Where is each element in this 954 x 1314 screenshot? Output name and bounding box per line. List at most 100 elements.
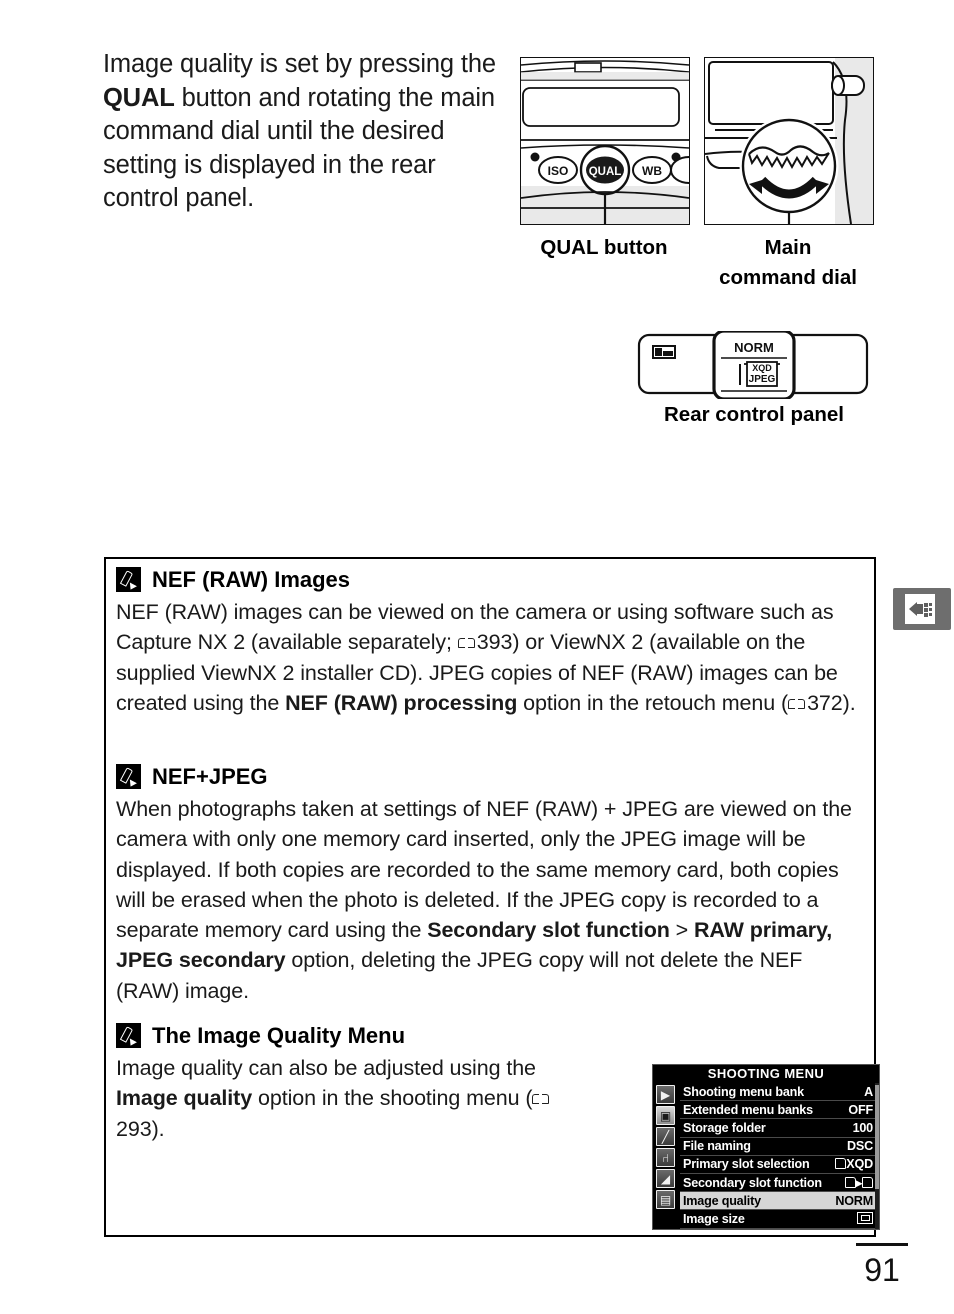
notes-box: NEF (RAW) Images NEF (RAW) images can be… <box>104 557 880 1237</box>
rear-panel-card-label: XQD <box>752 363 772 373</box>
menu-row-label: Shooting menu bank <box>683 1084 804 1099</box>
note-1-title: NEF (RAW) Images <box>152 567 351 592</box>
note-3-text-2: option in the shooting menu ( <box>252 1086 533 1111</box>
note-nef-raw-images: NEF (RAW) Images NEF (RAW) images can be… <box>116 565 868 718</box>
custom-settings-menu-icon[interactable]: ╱ <box>656 1127 675 1146</box>
qual-button-glyph: QUAL <box>579 144 631 196</box>
note-2-heading: NEF+JPEG <box>116 762 868 792</box>
menu-row[interactable]: Image size <box>680 1210 875 1229</box>
main-command-dial-svg <box>705 58 873 224</box>
note-2-body: When photographs taken at settings of NE… <box>116 794 868 1006</box>
pencil-note-icon <box>116 1023 141 1048</box>
note-nef-plus-jpeg: NEF+JPEG When photographs taken at setti… <box>116 762 868 1006</box>
menu-row-value: OFF <box>848 1102 873 1117</box>
playback-menu-icon-glyph: ▶ <box>660 1087 671 1102</box>
playback-menu-icon[interactable]: ▶ <box>656 1085 675 1104</box>
shooting-menu-scrollbar[interactable] <box>875 1083 879 1229</box>
memory-card-icon <box>844 1177 856 1189</box>
menu-row[interactable]: Storage folder 100 <box>680 1119 875 1138</box>
note-1-text-3: option in the retouch menu ( <box>517 690 789 715</box>
recent-settings-menu-icon[interactable]: ▤ <box>656 1190 675 1209</box>
note-1-body: NEF (RAW) images can be viewed on the ca… <box>116 597 868 718</box>
book-icon <box>788 698 806 710</box>
menu-row-value: NORM <box>835 1193 873 1208</box>
menu-row-label: Image quality <box>683 1193 761 1208</box>
qual-button-caption: QUAL button <box>540 236 668 259</box>
menu-row-label: File naming <box>683 1139 751 1154</box>
menu-row-label: Secondary slot function <box>683 1175 822 1190</box>
qual-button-illustration: ISO QUAL WB <box>520 57 690 225</box>
menu-row[interactable]: Primary slot selection XQD <box>680 1156 875 1174</box>
menu-row[interactable]: Extended menu banks OFF <box>680 1101 875 1120</box>
shooting-menu-icon-glyph: ▣ <box>659 1108 672 1123</box>
shooting-menu-screenshot: SHOOTING MENU ▶ ▣ ╱ ⑁ ◢ ▤ Shooting menu bank A… <box>652 1064 880 1230</box>
svg-text:WB: WB <box>642 164 662 178</box>
shooting-menu-icon[interactable]: ▣ <box>656 1106 675 1125</box>
book-icon <box>457 637 475 649</box>
menu-row[interactable]: File naming DSC <box>680 1138 875 1156</box>
note-3-text-3: 293). <box>116 1116 165 1141</box>
dial-release-glyph <box>831 75 865 96</box>
qual-button-camera-svg: ISO QUAL WB <box>521 58 689 224</box>
menu-row-label: Storage folder <box>683 1120 766 1135</box>
pencil-note-icon <box>116 567 141 592</box>
scrollbar-thumb[interactable] <box>875 1085 879 1189</box>
memory-card-icon <box>862 1177 873 1189</box>
book-icon <box>532 1093 550 1105</box>
note-3-body: Image quality can also be adjusted using… <box>116 1053 596 1144</box>
intro-paragraph: Image quality is set by pressing the QUA… <box>103 48 508 216</box>
shooting-menu-sidebar: ▶ ▣ ╱ ⑁ ◢ ▤ <box>654 1083 678 1229</box>
tab-arrow-dots-svg <box>905 594 935 624</box>
pencil-note-icon <box>116 764 141 789</box>
note-1-text-4: 372). <box>807 690 856 715</box>
retouch-menu-icon-glyph: ◢ <box>660 1171 671 1186</box>
image-quality-tab-icon <box>905 594 935 624</box>
shooting-menu-rows: Shooting menu bank A Extended menu banks OF… <box>680 1083 875 1229</box>
menu-row[interactable]: Secondary slot function ▸ <box>680 1174 875 1193</box>
rear-control-panel-caption: Rear control panel <box>664 403 844 426</box>
rear-control-panel-illustration: NORM XQD JPEG <box>637 329 869 401</box>
retouch-menu-icon[interactable]: ◢ <box>656 1169 675 1188</box>
note-2-title: NEF+JPEG <box>152 764 268 789</box>
page-number: 91 <box>864 1252 900 1288</box>
note-3-bold-1: Image quality <box>116 1086 253 1111</box>
dial-caption-line1: Main <box>764 236 812 259</box>
menu-row-value: A <box>864 1084 873 1099</box>
setup-menu-icon[interactable]: ⑁ <box>656 1148 675 1167</box>
custom-settings-menu-icon-glyph: ╱ <box>661 1129 670 1144</box>
page-number-rule <box>856 1243 908 1246</box>
menu-row-label: Extended menu banks <box>683 1102 813 1117</box>
svg-text:QUAL: QUAL <box>589 166 622 178</box>
menu-row-value <box>857 1211 873 1226</box>
intro-text-before: Image quality is set by pressing the <box>103 50 496 78</box>
menu-row-label: Image size <box>683 1211 745 1226</box>
main-command-dial-illustration <box>704 57 874 225</box>
menu-row-value: 100 <box>852 1120 874 1135</box>
qual-bold-term: QUAL <box>103 83 175 112</box>
memory-card-icon <box>835 1158 847 1170</box>
menu-row-value: ▸ <box>844 1175 873 1190</box>
recent-settings-menu-icon-glyph: ▤ <box>659 1192 672 1207</box>
menu-row-value: XQD <box>835 1157 873 1171</box>
image-quality-section-tab[interactable] <box>893 588 951 630</box>
note-image-quality-menu: The Image Quality Menu Image quality can… <box>116 1021 880 1230</box>
dial-caption-line2: command dial <box>719 266 857 289</box>
rear-panel-quality-label: NORM <box>734 340 774 355</box>
note-3-title: The Image Quality Menu <box>152 1023 406 1048</box>
note-2-text-2: > <box>669 918 694 943</box>
image-size-icon <box>857 1211 873 1224</box>
note-2-bold-1: Secondary slot function <box>427 918 670 943</box>
note-1-heading: NEF (RAW) Images <box>116 565 868 595</box>
note-1-bold-1: NEF (RAW) processing <box>285 690 518 715</box>
note-3-heading: The Image Quality Menu <box>116 1021 868 1051</box>
note-3-text-1: Image quality can also be adjusted using… <box>116 1056 536 1080</box>
setup-menu-icon-glyph: ⑁ <box>661 1150 670 1165</box>
menu-row[interactable]: Image quality NORM <box>680 1192 875 1211</box>
shooting-menu-title: SHOOTING MENU <box>707 1066 825 1081</box>
card-indicator-glyph <box>652 345 676 359</box>
menu-row-value: DSC <box>847 1139 873 1154</box>
rear-control-panel-svg: NORM XQD JPEG <box>637 329 869 401</box>
menu-row[interactable]: Shooting menu bank A <box>680 1083 875 1102</box>
menu-row-label: Primary slot selection <box>683 1157 810 1172</box>
rear-panel-format-label: JPEG <box>749 374 776 385</box>
